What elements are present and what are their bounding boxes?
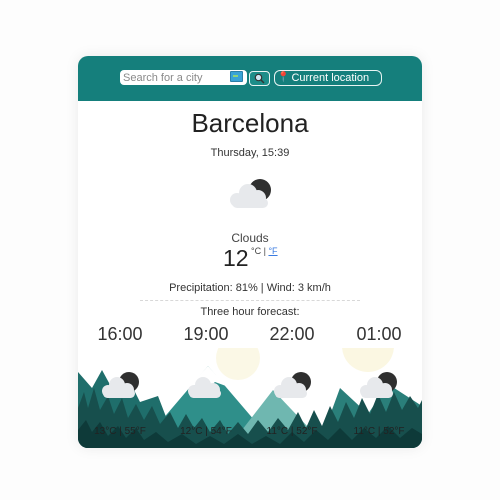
location-pin-icon: 📍 (277, 72, 290, 83)
forecast-time: 01:00 (356, 324, 402, 344)
fahrenheit-link[interactable]: °F (268, 246, 277, 256)
clouds-icon (188, 377, 221, 398)
forecast-time: 16:00 (97, 324, 143, 344)
divider (140, 300, 360, 301)
precipitation-wind: Precipitation: 81% | Wind: 3 km/h (169, 282, 331, 294)
map-icon (230, 71, 243, 82)
forecast-temperature: 13°C | 55°F (94, 426, 146, 437)
forecast-title: Three hour forecast: (200, 306, 300, 318)
search-icon (254, 73, 265, 84)
forecast-times: 16:00 19:00 22:00 01:00 (78, 324, 422, 348)
unit-toggle: °C | °F (251, 246, 278, 256)
current-location-button[interactable]: 📍 Current location (274, 70, 382, 86)
forecast-temperature: 11°C | 52°F (353, 426, 405, 437)
city-name: Barcelona (191, 108, 309, 138)
weather-card: 📍 Current location Barcelona Thursday, 1… (78, 56, 422, 448)
current-temperature: 12 (223, 245, 249, 271)
search-header: 📍 Current location (78, 56, 422, 101)
search-button[interactable] (249, 71, 270, 86)
clouds-icon (274, 372, 311, 398)
city-search-input[interactable] (120, 70, 247, 85)
celsius-unit: °C (251, 246, 262, 256)
clouds-icon (360, 372, 397, 398)
forecast-time: 22:00 (269, 324, 315, 344)
forecast-temperature: 12°C | 54°F (180, 426, 232, 437)
forecast-time: 19:00 (183, 324, 229, 344)
forecast-temperature: 11°C | 52°F (266, 426, 318, 437)
current-location-label: Current location (291, 72, 370, 84)
weather-description: Clouds (231, 231, 269, 245)
date-time: Thursday, 15:39 (210, 147, 290, 159)
clouds-icon (102, 372, 139, 398)
clouds-icon (230, 179, 271, 208)
